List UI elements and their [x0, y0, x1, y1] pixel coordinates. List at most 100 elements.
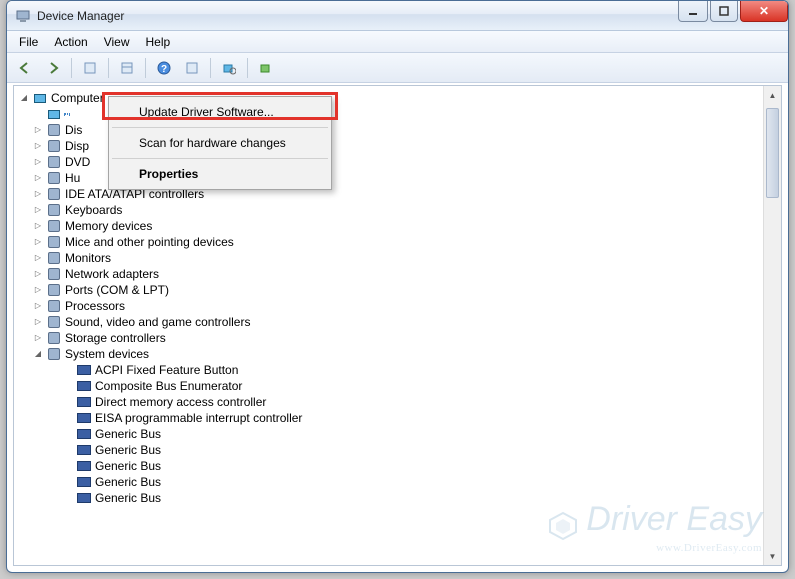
chip-icon	[76, 443, 92, 457]
toolbar-icon-1[interactable]	[78, 56, 102, 80]
tree-node-label: Generic Bus	[95, 458, 161, 474]
menu-item[interactable]: Properties	[111, 161, 329, 187]
help-button[interactable]: ?	[152, 56, 176, 80]
generic-ico-icon	[46, 203, 62, 217]
chip-icon	[76, 459, 92, 473]
minimize-button[interactable]	[678, 1, 708, 22]
generic-ico-icon	[46, 299, 62, 313]
maximize-button[interactable]	[710, 1, 738, 22]
chip-icon	[76, 379, 92, 393]
expander-icon[interactable]: ▷	[32, 122, 44, 138]
expander-icon[interactable]: ▷	[32, 282, 44, 298]
menu-file[interactable]: File	[11, 32, 46, 52]
tree-node-label: Hu	[65, 170, 80, 186]
generic-ico-icon	[46, 315, 62, 329]
app-icon	[15, 8, 31, 24]
tree-node[interactable]: ▷Mice and other pointing devices	[18, 234, 763, 250]
titlebar[interactable]: Device Manager ✕	[7, 1, 788, 31]
tree-node-label: Composite Bus Enumerator	[95, 378, 242, 394]
tree-node[interactable]: Composite Bus Enumerator	[18, 378, 763, 394]
generic-ico-icon	[46, 235, 62, 249]
tree-node[interactable]: ▷ Monitors	[18, 250, 763, 266]
forward-button[interactable]	[41, 56, 65, 80]
menubar: File Action View Help	[7, 31, 788, 53]
expander-icon[interactable]: ▷	[32, 202, 44, 218]
expander-icon[interactable]: ▷	[32, 154, 44, 170]
tree-node-label: EISA programmable interrupt controller	[95, 410, 302, 426]
tree-node[interactable]: ▷ Sound, video and game controllers	[18, 314, 763, 330]
vertical-scrollbar[interactable]: ▲ ▼	[763, 86, 781, 565]
tree-node-label: Storage controllers	[65, 330, 166, 346]
tree-node-label: Memory devices	[65, 218, 152, 234]
toolbar-separator	[71, 58, 72, 78]
toolbar-separator	[108, 58, 109, 78]
tree-node[interactable]: ▷Keyboards	[18, 202, 763, 218]
generic-ico-icon	[46, 155, 62, 169]
menu-view[interactable]: View	[96, 32, 138, 52]
chip-icon	[76, 491, 92, 505]
generic-ico-icon	[46, 219, 62, 233]
scan-hardware-button[interactable]	[217, 56, 241, 80]
generic-ico-icon	[46, 171, 62, 185]
toolbar-separator	[145, 58, 146, 78]
tree-node-label: Sound, video and game controllers	[65, 314, 250, 330]
menu-help[interactable]: Help	[138, 32, 179, 52]
tree-node[interactable]: ▷Network adapters	[18, 266, 763, 282]
chip-icon	[76, 363, 92, 377]
expander-icon[interactable]: ▷	[32, 218, 44, 234]
scroll-up-icon[interactable]: ▲	[764, 86, 781, 104]
tree-node[interactable]: ▷ Memory devices	[18, 218, 763, 234]
chip-icon	[76, 395, 92, 409]
menu-action[interactable]: Action	[46, 32, 95, 52]
generic-ico-icon	[46, 251, 62, 265]
tree-node[interactable]: Generic Bus	[18, 458, 763, 474]
scroll-thumb[interactable]	[766, 108, 779, 198]
menu-item[interactable]: Scan for hardware changes	[111, 130, 329, 156]
tree-node[interactable]: Direct memory access controller	[18, 394, 763, 410]
expander-icon[interactable]: ▷	[32, 234, 44, 250]
tree-node[interactable]: Generic Bus	[18, 426, 763, 442]
tree-node[interactable]: ▷ Processors	[18, 298, 763, 314]
expander-icon[interactable]: ▷	[32, 298, 44, 314]
expander-icon[interactable]: ◢	[32, 346, 44, 362]
generic-ico-icon	[46, 347, 62, 361]
tree-node[interactable]: Generic Bus	[18, 442, 763, 458]
close-button[interactable]: ✕	[740, 1, 788, 22]
menu-item[interactable]: Update Driver Software...	[111, 99, 329, 125]
back-button[interactable]	[13, 56, 37, 80]
tree-node[interactable]: Generic Bus	[18, 474, 763, 490]
toolbar-icon-2[interactable]	[115, 56, 139, 80]
tree-node-label: Ports (COM & LPT)	[65, 282, 169, 298]
generic-ico-icon	[46, 139, 62, 153]
tree-node-label: Monitors	[65, 250, 111, 266]
monitor-icon	[32, 91, 48, 105]
generic-ico-icon	[46, 267, 62, 281]
tree-node[interactable]: ▷ Ports (COM & LPT)	[18, 282, 763, 298]
tree-node[interactable]: ACPI Fixed Feature Button	[18, 362, 763, 378]
expander-icon[interactable]: ▷	[32, 266, 44, 282]
generic-ico-icon	[46, 123, 62, 137]
chip-icon	[76, 427, 92, 441]
device-manager-window: Device Manager ✕ File Action View Help ?…	[6, 0, 789, 573]
tree-node-label: Generic Bus	[95, 442, 161, 458]
expander-icon[interactable]: ▷	[32, 250, 44, 266]
tree-node[interactable]: Generic Bus	[18, 490, 763, 506]
expander-icon[interactable]: ▷	[32, 138, 44, 154]
tree-node-label: Processors	[65, 298, 125, 314]
tree-node-label: Generic Bus	[95, 426, 161, 442]
tree-node[interactable]: EISA programmable interrupt controller	[18, 410, 763, 426]
expander-icon[interactable]: ◢	[18, 90, 30, 106]
menu-separator	[112, 158, 328, 159]
toolbar-icon-3[interactable]	[180, 56, 204, 80]
expander-icon[interactable]: ▷	[32, 170, 44, 186]
expander-icon[interactable]: ▷	[32, 330, 44, 346]
tree-node[interactable]: ▷ Storage controllers	[18, 330, 763, 346]
tree-node-label: Dis	[65, 122, 82, 138]
scroll-down-icon[interactable]: ▼	[764, 547, 781, 565]
generic-ico-icon	[46, 187, 62, 201]
tree-node[interactable]: ◢System devices	[18, 346, 763, 362]
svg-text:?: ?	[161, 64, 167, 75]
toolbar-icon-4[interactable]	[254, 56, 278, 80]
expander-icon[interactable]: ▷	[32, 186, 44, 202]
expander-icon[interactable]: ▷	[32, 314, 44, 330]
